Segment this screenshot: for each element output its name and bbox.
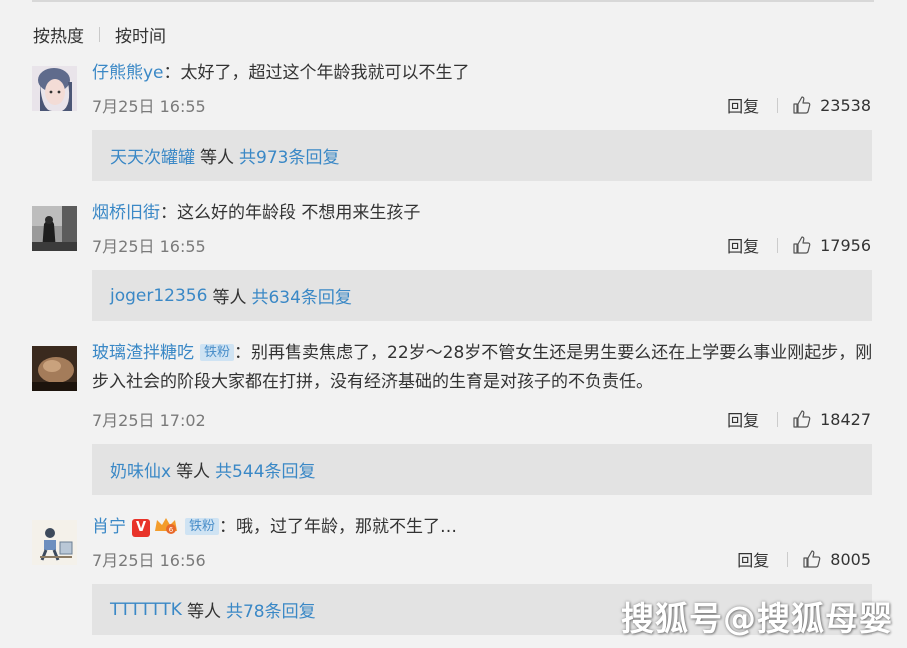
watermark: 搜狐号@搜狐母婴 xyxy=(621,599,893,638)
comment-meta: 7月25日 17:02 回复 18427 xyxy=(92,407,871,431)
sort-by-hot-tab[interactable]: 按热度 xyxy=(33,22,84,47)
reply-summary[interactable]: 天天次罐罐 等人 共973条回复 xyxy=(92,130,872,181)
meta-divider xyxy=(777,411,779,427)
svg-text:6: 6 xyxy=(169,526,174,534)
sort-by-time-tab[interactable]: 按时间 xyxy=(115,22,166,47)
username[interactable]: 烟桥旧街 xyxy=(92,203,160,223)
like-count: 18427 xyxy=(820,409,871,429)
reply-others-label: 等人 xyxy=(212,288,247,308)
reply-others-label: 等人 xyxy=(176,462,211,482)
fan-badge: 铁粉 xyxy=(185,518,220,535)
comment-meta: 7月25日 16:55 回复 23538 xyxy=(92,93,871,117)
comment-meta: 7月25日 16:56 回复 8005 xyxy=(92,547,871,571)
timestamp: 7月25日 16:55 xyxy=(92,97,206,116)
timestamp: 7月25日 16:56 xyxy=(92,551,206,570)
like-count: 17956 xyxy=(820,235,871,255)
reply-count-link[interactable]: 共78条回复 xyxy=(226,597,316,622)
reply-user[interactable]: joger12356 xyxy=(110,286,207,306)
reply-user[interactable]: 奶味仙x xyxy=(110,457,171,482)
username[interactable]: 仔熊熊ye xyxy=(92,63,164,83)
avatar[interactable] xyxy=(32,520,77,565)
like-button[interactable]: 17956 xyxy=(792,235,871,255)
like-count: 8005 xyxy=(830,549,871,569)
reply-others-label: 等人 xyxy=(200,148,234,168)
verified-v-badge: V xyxy=(132,519,150,537)
username[interactable]: 肖宁 xyxy=(92,517,126,537)
reply-count-link[interactable]: 共634条回复 xyxy=(251,283,351,308)
reply-button[interactable]: 回复 xyxy=(727,407,759,431)
reply-others-label: 等人 xyxy=(186,602,221,622)
like-count: 23538 xyxy=(820,95,871,115)
reply-user[interactable]: TTTTTTK xyxy=(110,600,182,620)
reply-button[interactable]: 回复 xyxy=(727,233,759,257)
fan-badge: 铁粉 xyxy=(200,344,235,361)
top-divider xyxy=(32,0,874,2)
reply-button[interactable]: 回复 xyxy=(737,547,769,571)
thumbs-up-icon xyxy=(803,550,821,568)
reply-summary[interactable]: 奶味仙x 等人 共544条回复 xyxy=(92,444,872,495)
reply-button[interactable]: 回复 xyxy=(727,93,759,117)
colon: ： xyxy=(219,517,237,537)
comment-page: 按热度 按时间 仔熊熊ye：太好了，超过这个年龄我就可以不生了 7月25日 16… xyxy=(0,0,907,648)
reply-summary[interactable]: joger12356 等人 共634条回复 xyxy=(92,270,872,321)
avatar[interactable] xyxy=(32,66,77,111)
meta-divider xyxy=(787,551,789,567)
sort-divider xyxy=(99,26,100,42)
comment-text: 哦，过了年龄，那就不生了… xyxy=(236,517,458,537)
reply-user[interactable]: 天天次罐罐 xyxy=(110,143,195,168)
comment-text: 太好了，超过这个年龄我就可以不生了 xyxy=(180,63,470,83)
comment-meta: 7月25日 16:55 回复 17956 xyxy=(92,233,871,257)
username[interactable]: 玻璃渣拌糖吃 xyxy=(92,343,194,363)
comment-text: 这么好的年龄段 不想用来生孩子 xyxy=(177,203,421,223)
thumbs-up-icon xyxy=(793,410,811,428)
reply-count-link[interactable]: 共544条回复 xyxy=(215,457,315,482)
colon: ： xyxy=(234,343,252,363)
like-button[interactable]: 8005 xyxy=(802,549,871,569)
avatar[interactable] xyxy=(32,206,77,251)
timestamp: 7月25日 16:55 xyxy=(92,237,206,256)
timestamp: 7月25日 17:02 xyxy=(92,411,206,430)
sort-bar: 按热度 按时间 xyxy=(33,22,166,47)
avatar[interactable] xyxy=(32,346,77,391)
like-button[interactable]: 18427 xyxy=(792,409,871,429)
reply-count-link[interactable]: 共973条回复 xyxy=(239,143,339,168)
meta-divider xyxy=(777,97,779,113)
member-crown-icon: 6 xyxy=(155,518,177,534)
colon: ： xyxy=(160,203,177,223)
thumbs-up-icon xyxy=(793,236,811,254)
like-button[interactable]: 23538 xyxy=(792,95,871,115)
colon: ： xyxy=(163,63,181,83)
thumbs-up-icon xyxy=(793,96,811,114)
meta-divider xyxy=(777,237,779,253)
